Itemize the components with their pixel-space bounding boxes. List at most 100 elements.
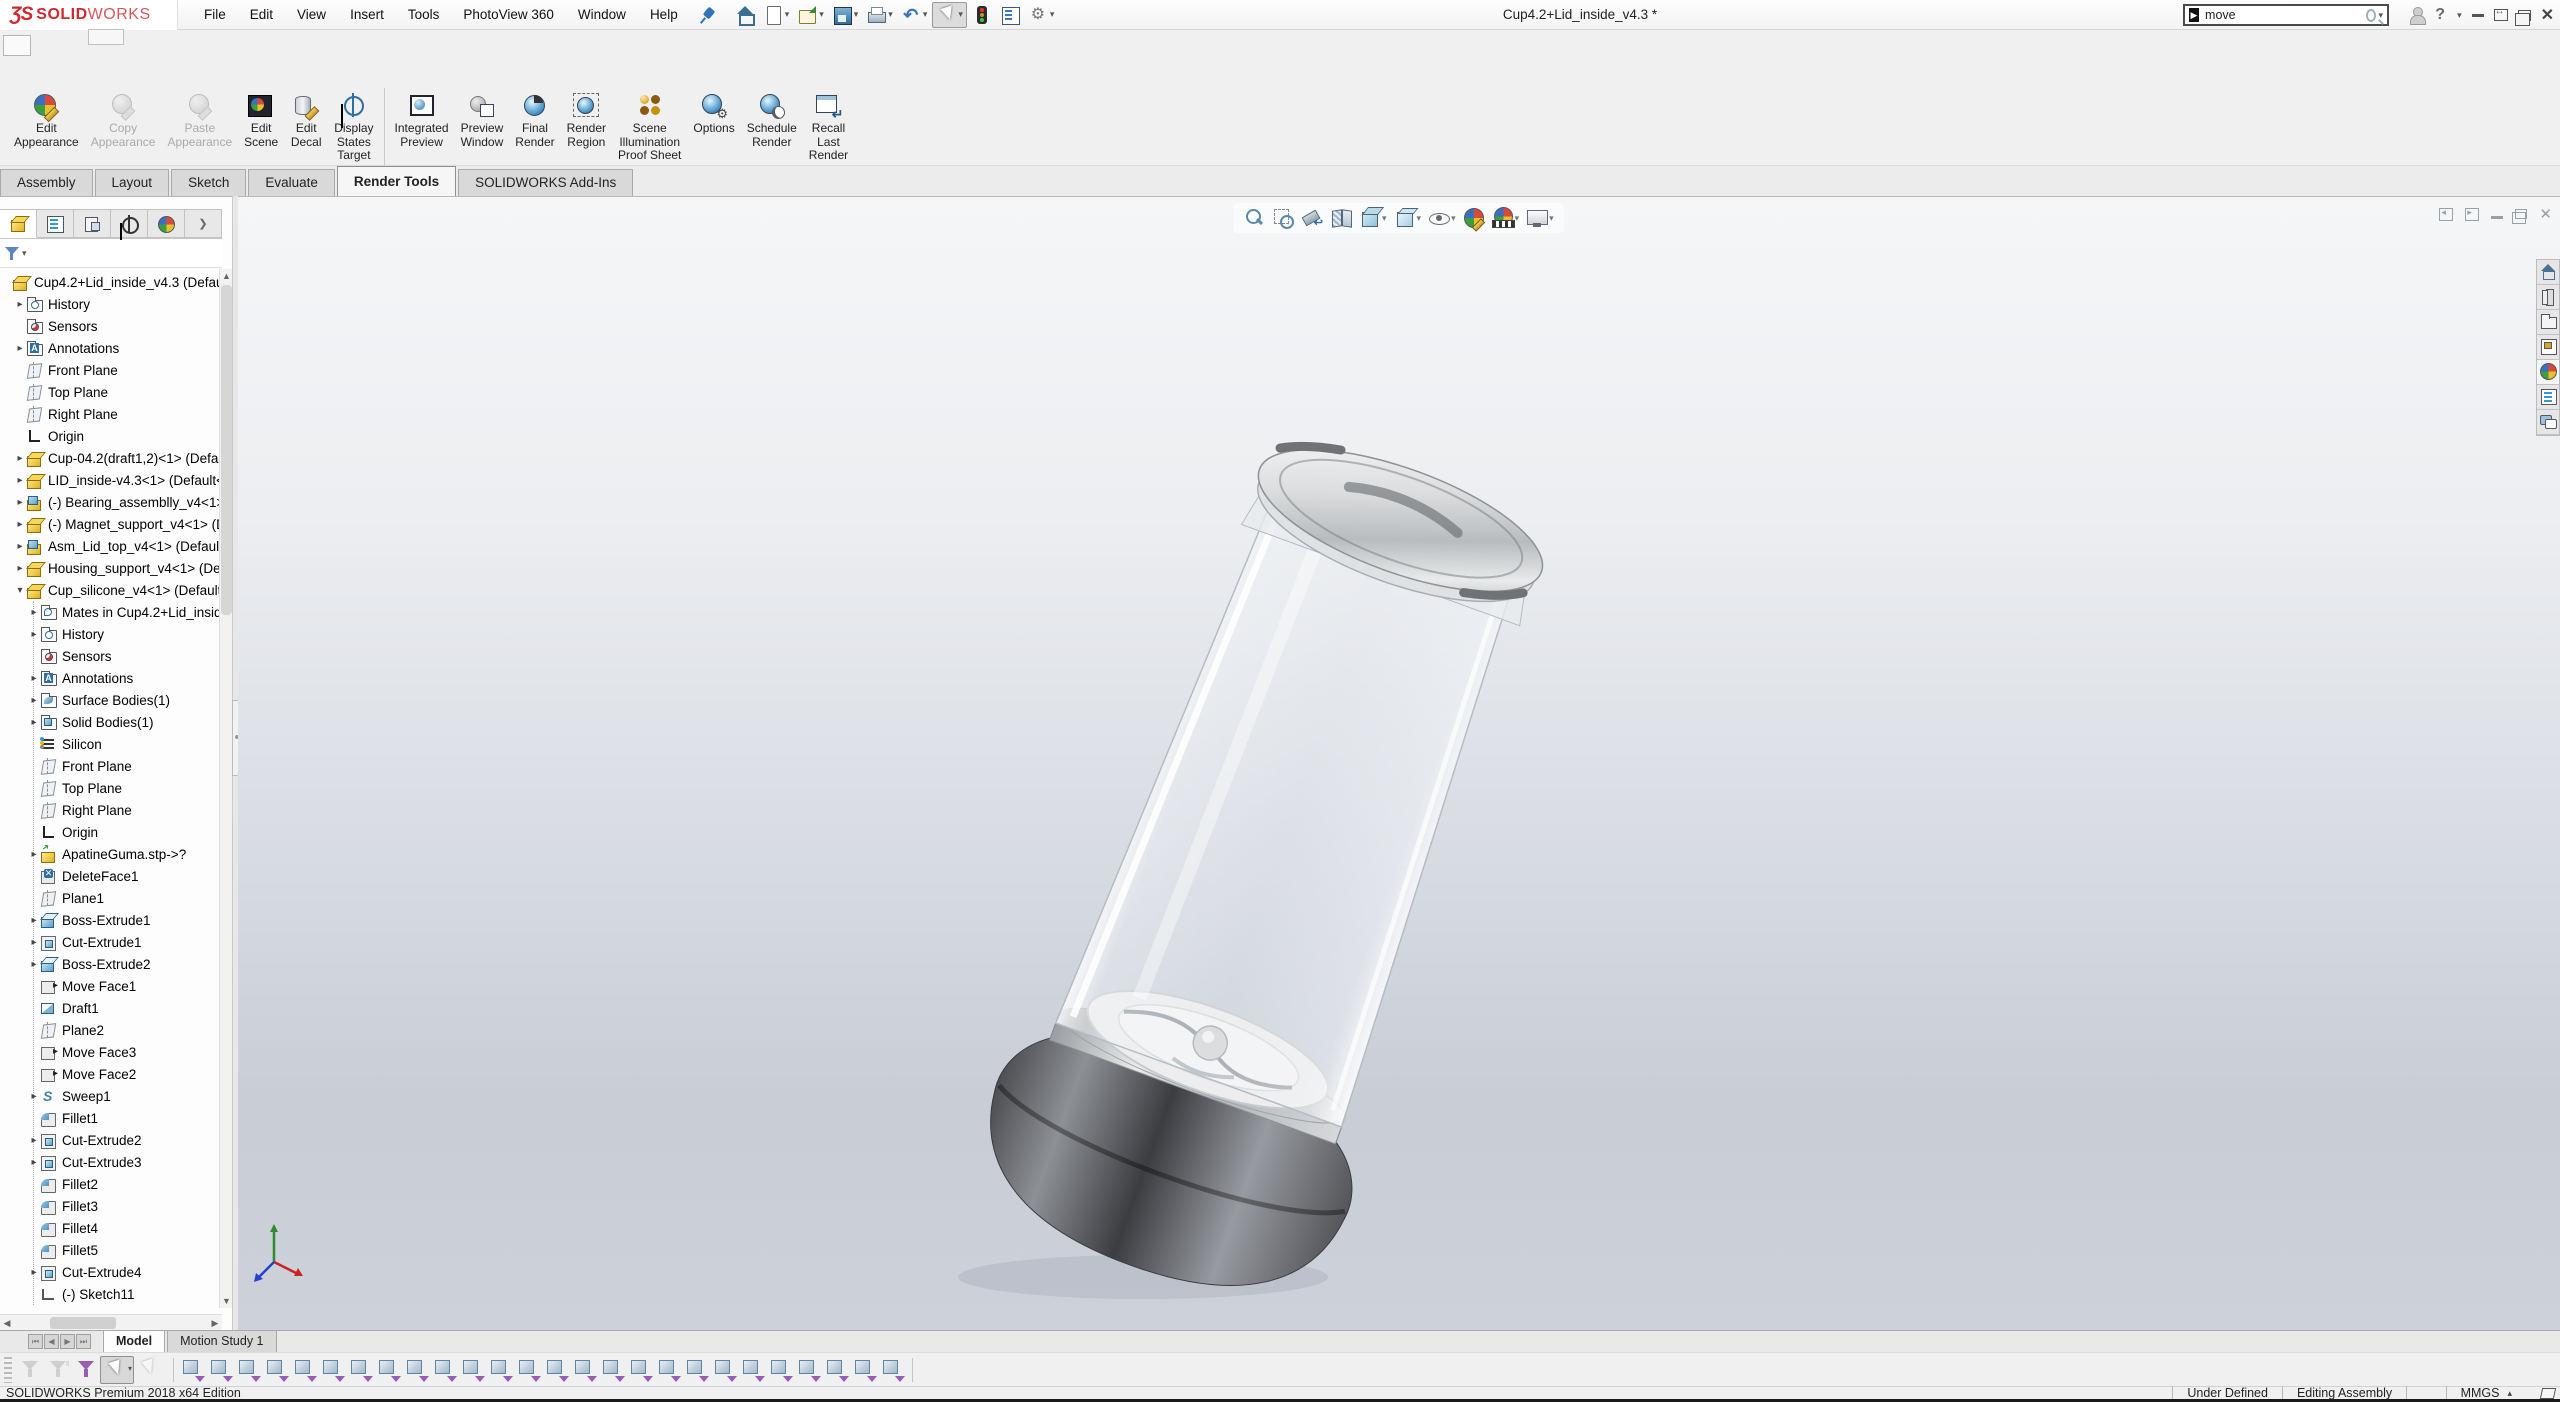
filter-center-marks-icon[interactable] [460, 1357, 486, 1383]
expander-icon[interactable]: ▸ [28, 1157, 40, 1168]
tree-item-cut-extrude4[interactable]: ▸Cut-Extrude4 [28, 1261, 142, 1283]
graphics-viewport[interactable]: ▾▾▾▾▾ ✕ [238, 196, 2560, 1330]
filter-solid-bodies-icon[interactable] [292, 1357, 318, 1383]
tree-item-housing-support-v4-1-defa[interactable]: ▸Housing_support_v4<1> (Defa [14, 557, 222, 579]
tree-item-front-plane[interactable]: Front Plane [28, 755, 132, 777]
cascade-windows-button[interactable] [2518, 10, 2531, 21]
tree-item-cut-extrude3[interactable]: ▸Cut-Extrude3 [28, 1151, 142, 1173]
filter-dimensions-icon[interactable] [544, 1357, 570, 1383]
save-button-dropdown[interactable]: ▾ [854, 9, 859, 20]
help-dropdown-caret[interactable]: ▾ [2457, 10, 2462, 21]
select-other-button[interactable] [134, 1356, 168, 1384]
tree-item-top-plane[interactable]: Top Plane [28, 777, 122, 799]
tree-item-sweep1[interactable]: ▸Sweep1 [28, 1085, 111, 1107]
expander-icon[interactable]: ▸ [28, 629, 40, 640]
file-properties-button[interactable] [997, 3, 1023, 27]
tree-item-cup4-2-lid-inside-v4-3-default-d[interactable]: Cup4.2+Lid_inside_v4.3 (Default<D [0, 271, 222, 293]
tree-item-history[interactable]: ▸History [28, 623, 104, 645]
filter-datums-icon[interactable] [516, 1357, 542, 1383]
menu-edit[interactable]: Edit [238, 0, 285, 30]
options-button-dropdown[interactable]: ▾ [1050, 9, 1055, 20]
menu-help[interactable]: Help [638, 0, 690, 30]
units-selector[interactable]: MMGS ▴ [2446, 1386, 2526, 1400]
scene-illumination-proof-sheet-button[interactable]: SceneIlluminationProof Sheet [612, 88, 687, 165]
featuremanager-tab[interactable] [0, 209, 37, 238]
filter-connection-points-icon[interactable] [880, 1357, 906, 1383]
tree-item-fillet4[interactable]: Fillet4 [28, 1217, 98, 1239]
scroll-right-arrow[interactable]: ▶ [208, 1315, 222, 1330]
tree-item-origin[interactable]: Origin [28, 821, 98, 843]
tab-motion-study-1[interactable]: Motion Study 1 [167, 1331, 276, 1353]
tab-layout[interactable]: Layout [95, 169, 170, 196]
filter-routing-points-icon[interactable] [488, 1357, 514, 1383]
filter-faces-icon[interactable] [236, 1357, 262, 1383]
tree-item-fillet3[interactable]: Fillet3 [28, 1195, 98, 1217]
tree-item-top-plane[interactable]: Top Plane [14, 381, 108, 403]
select-button[interactable]: ▾ [932, 2, 967, 28]
expander-icon[interactable]: ▸ [28, 673, 40, 684]
filter-vertices-icon[interactable] [180, 1357, 206, 1383]
expander-icon[interactable]: ▸ [28, 1091, 40, 1102]
tree-item-move-face1[interactable]: Move Face1 [28, 975, 136, 997]
expander-icon[interactable]: ▸ [14, 453, 26, 464]
command-search[interactable]: ▶ ▾ [2183, 4, 2389, 26]
tree-item-move-face3[interactable]: Move Face3 [28, 1041, 136, 1063]
tree-item-sensors[interactable]: Sensors [14, 315, 98, 337]
save-button[interactable]: ▾ [829, 3, 862, 27]
tree-item-front-plane[interactable]: Front Plane [14, 359, 118, 381]
filter-midpoints-icon[interactable] [432, 1357, 458, 1383]
scroll-up-arrow[interactable]: ▲ [220, 269, 232, 283]
filter-planes-icon[interactable] [348, 1357, 374, 1383]
scroll-left-arrow[interactable]: ◀ [0, 1315, 14, 1330]
filter-balloons-icon[interactable] [628, 1357, 654, 1383]
filter-notes-icon[interactable] [600, 1357, 626, 1383]
tree-item-bearing-assemblly-v4-1[interactable]: ▸(-) Bearing_assemblly_v4<1> ( [14, 491, 222, 513]
minimize-button[interactable] [2472, 14, 2484, 17]
expander-icon[interactable]: ▸ [28, 607, 40, 618]
filter-center-of-mass-icon[interactable] [796, 1357, 822, 1383]
expander-icon[interactable]: ▸ [28, 959, 40, 970]
edit-scene-button[interactable]: EditScene [238, 88, 284, 165]
rebuild-button[interactable] [969, 3, 995, 27]
filter-dropdown-caret[interactable]: ▾ [22, 248, 27, 259]
tree-item-cup-04-2-draft1-2-1-default[interactable]: ▸Cup-04.2(draft1,2)<1> (Default [14, 447, 222, 469]
tree-item-sketch11[interactable]: (-) Sketch11 [28, 1283, 135, 1305]
recall-last-render-button[interactable]: RecallLastRender [803, 88, 854, 165]
filter-sketch-points-icon[interactable] [376, 1357, 402, 1383]
tree-item-apatineguma-stp[interactable]: ▸ApatineGuma.stp->? [28, 843, 186, 865]
toggle-selection-filters-icon[interactable] [73, 1357, 99, 1383]
nav-first-button[interactable]: ⏮ [28, 1334, 43, 1349]
expander-icon[interactable]: ▸ [14, 563, 26, 574]
select-tool-button[interactable] [100, 1356, 134, 1384]
tree-item-cut-extrude2[interactable]: ▸Cut-Extrude2 [28, 1129, 142, 1151]
clear-all-filters-icon[interactable] [17, 1357, 43, 1383]
edit-appearance-button[interactable]: EditAppearance [8, 88, 85, 165]
final-render-button[interactable]: FinalRender [509, 88, 560, 165]
menu-view[interactable]: View [285, 0, 338, 30]
tree-item-plane1[interactable]: Plane1 [28, 887, 104, 909]
display-states-target-button[interactable]: DisplayStatesTarget [328, 88, 379, 165]
options-button[interactable]: Options [687, 88, 740, 165]
menu-photoview-360[interactable]: PhotoView 360 [451, 0, 566, 30]
schedule-render-button[interactable]: ScheduleRender [741, 88, 803, 165]
tree-horizontal-scrollbar[interactable]: ◀ ▶ [0, 1314, 222, 1330]
tab-assembly[interactable]: Assembly [0, 169, 93, 196]
preview-window-button[interactable]: PreviewWindow [455, 88, 510, 165]
filter-annotations-icon[interactable] [740, 1357, 766, 1383]
select-button-dropdown[interactable]: ▾ [958, 9, 963, 20]
home-button[interactable] [732, 3, 758, 27]
open-button-dropdown[interactable]: ▾ [819, 9, 824, 20]
nav-next-button[interactable]: ▶ [60, 1334, 75, 1349]
expander-icon[interactable]: ▸ [28, 717, 40, 728]
search-input[interactable] [2205, 8, 2366, 22]
model-render-cup-assembly[interactable] [238, 197, 2560, 1330]
tree-item-boss-extrude2[interactable]: ▸Boss-Extrude2 [28, 953, 151, 975]
expander-icon[interactable]: ▸ [14, 497, 26, 508]
print-button[interactable]: ▾ [863, 3, 896, 27]
expander-icon[interactable]: ▸ [28, 915, 40, 926]
clear-selected-filters-icon[interactable] [45, 1357, 71, 1383]
expander-icon[interactable]: ▸ [14, 475, 26, 486]
more-tabs-button[interactable]: ❯ [185, 209, 222, 238]
filter-blocks-icon[interactable] [768, 1357, 794, 1383]
filter-datum-targets-icon[interactable] [712, 1357, 738, 1383]
